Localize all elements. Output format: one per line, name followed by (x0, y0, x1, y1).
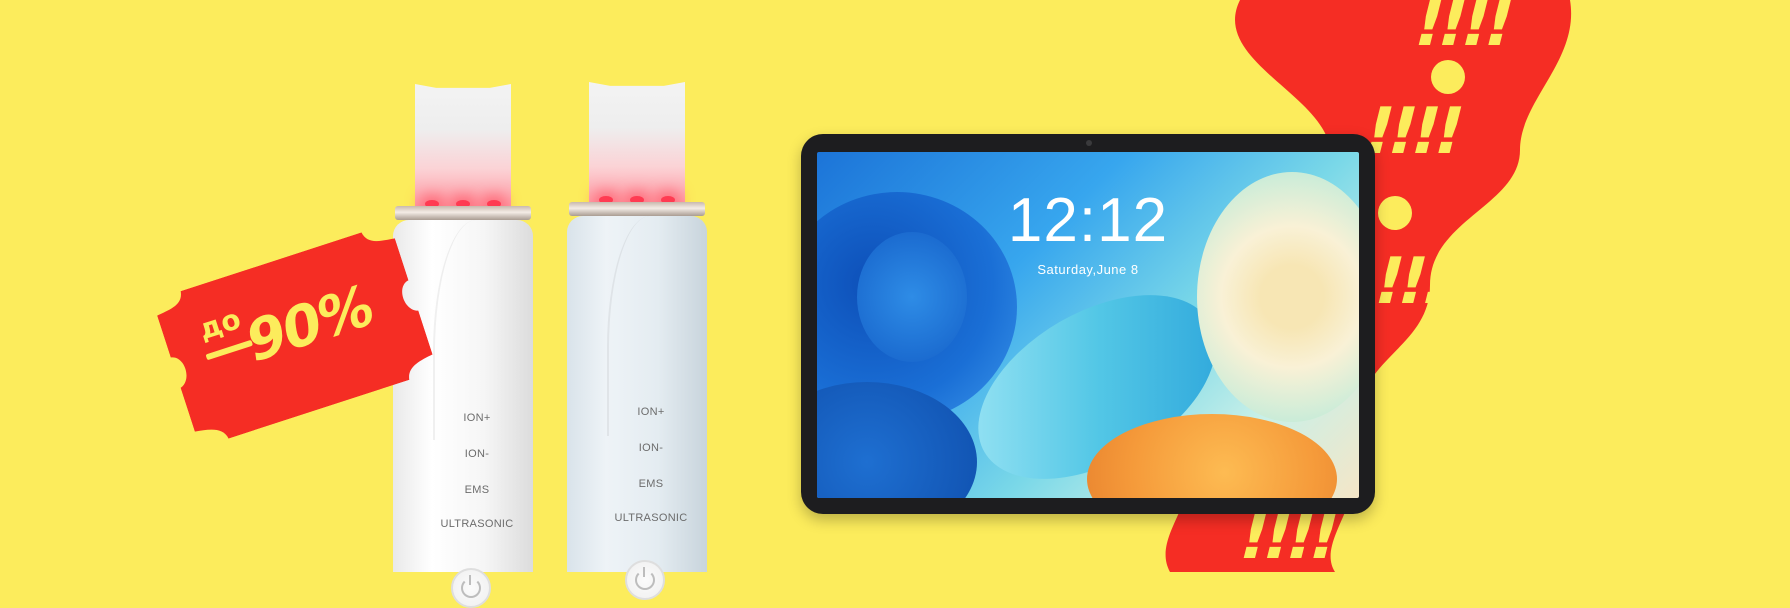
scrubber-body: ION+ ION- EMS ULTRASONIC (567, 216, 707, 600)
scrubber-blade (589, 82, 685, 212)
mode-label: ION+ (463, 412, 491, 424)
mode-label: ION- (464, 448, 490, 460)
metal-collar (569, 202, 705, 216)
mode-label: ULTRASONIC (440, 518, 514, 530)
facial-scrubber-blue: ION+ ION- EMS ULTRASONIC (567, 82, 707, 600)
power-icon (635, 567, 655, 590)
mode-label: EMS (464, 484, 490, 496)
scrubber-body: ION+ ION- EMS ULTRASONIC (393, 220, 533, 608)
ribbon-dot (1378, 196, 1412, 230)
lockscreen-clock: 12:12 (1007, 186, 1169, 255)
mode-label: ULTRASONIC (614, 512, 688, 524)
power-button (625, 560, 665, 600)
mode-label: EMS (638, 478, 664, 490)
tablet-screen: 12:12 Saturday,June 8 (817, 152, 1359, 498)
front-camera (1086, 140, 1092, 146)
mode-label: ION+ (637, 406, 665, 418)
exclamation-marks: !!!! (1405, 0, 1517, 61)
ribbon-dot (1431, 60, 1465, 94)
metal-collar (395, 206, 531, 220)
power-icon (461, 575, 481, 598)
scrubber-blade (415, 84, 511, 214)
power-button (451, 568, 491, 608)
lockscreen-date: Saturday,June 8 (1037, 262, 1139, 277)
mode-label: ION- (638, 442, 664, 454)
tablet: 12:12 Saturday,June 8 (801, 134, 1375, 514)
exclamation-marks: !!!! (1230, 500, 1342, 574)
